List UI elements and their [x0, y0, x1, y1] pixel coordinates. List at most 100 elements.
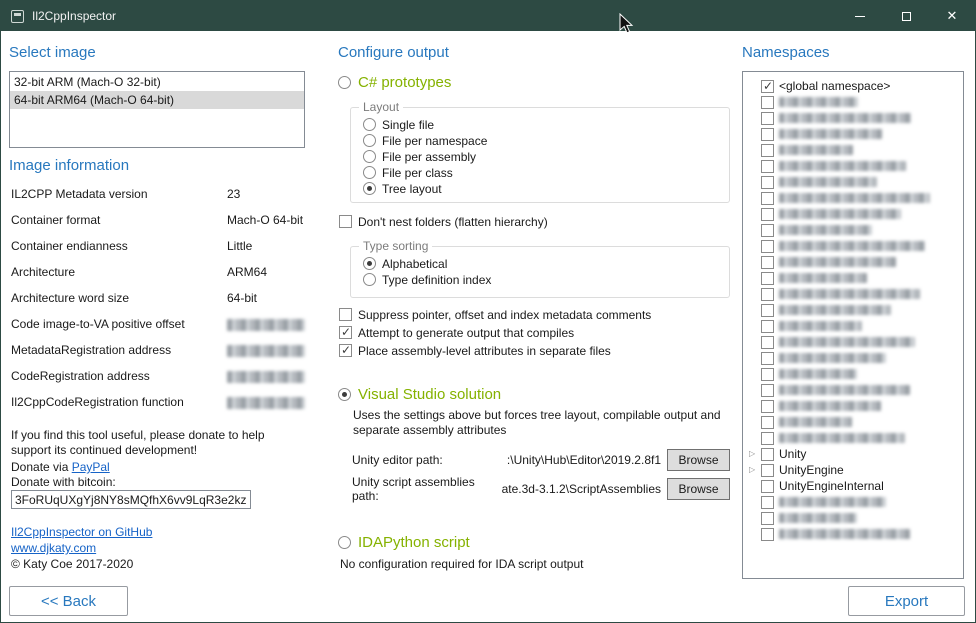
- namespace-item[interactable]: [749, 318, 959, 334]
- flatten-checkbox-row[interactable]: Don't nest folders (flatten hierarchy): [339, 214, 548, 229]
- namespace-item[interactable]: [749, 238, 959, 254]
- namespace-item[interactable]: [749, 206, 959, 222]
- redacted-label: [779, 177, 877, 187]
- website-link[interactable]: www.djkaty.com: [11, 541, 96, 555]
- radio-option-row[interactable]: File per class: [363, 165, 729, 180]
- checkbox-icon[interactable]: [761, 368, 774, 381]
- browse-script-button[interactable]: Browse: [667, 478, 730, 500]
- unity-script-path-value[interactable]: ate.3d-3.1.2\ScriptAssemblies: [502, 482, 661, 496]
- radio-option-row[interactable]: Type definition index: [363, 272, 729, 287]
- checkbox-icon[interactable]: [761, 464, 774, 477]
- checkbox-icon[interactable]: [761, 400, 774, 413]
- namespace-item[interactable]: [749, 382, 959, 398]
- bitcoin-address-input[interactable]: [11, 490, 251, 509]
- namespace-item[interactable]: [749, 398, 959, 414]
- checkbox-icon[interactable]: [761, 208, 774, 221]
- radio-option-label: Alphabetical: [382, 257, 447, 271]
- namespace-item[interactable]: [749, 174, 959, 190]
- checkbox-icon[interactable]: [761, 96, 774, 109]
- namespace-item[interactable]: [749, 222, 959, 238]
- image-list-item[interactable]: 32-bit ARM (Mach-O 32-bit): [10, 73, 304, 91]
- checkbox-icon[interactable]: [761, 176, 774, 189]
- namespace-item[interactable]: [749, 126, 959, 142]
- checkbox-icon[interactable]: [761, 496, 774, 509]
- paypal-link[interactable]: PayPal: [72, 460, 110, 474]
- checkbox-option-label: Suppress pointer, offset and index metad…: [358, 308, 651, 322]
- maximize-button[interactable]: [883, 1, 929, 31]
- namespace-item[interactable]: ▷UnityEngine: [749, 462, 959, 478]
- expander-icon[interactable]: ▷: [749, 462, 761, 478]
- checkbox-icon[interactable]: [761, 192, 774, 205]
- namespace-item[interactable]: [749, 334, 959, 350]
- namespace-item[interactable]: [749, 270, 959, 286]
- minimize-button[interactable]: [837, 1, 883, 31]
- checkbox-icon[interactable]: [761, 336, 774, 349]
- checkbox-icon[interactable]: [761, 112, 774, 125]
- checkbox-icon[interactable]: [761, 512, 774, 525]
- github-link[interactable]: Il2CppInspector on GitHub: [11, 525, 152, 539]
- namespace-item[interactable]: [749, 286, 959, 302]
- csharp-prototypes-radio[interactable]: C# prototypes: [338, 74, 451, 91]
- expander-icon[interactable]: ▷: [749, 446, 761, 462]
- idapython-label: IDAPython script: [358, 534, 470, 551]
- checkbox-option-row[interactable]: Suppress pointer, offset and index metad…: [339, 307, 651, 322]
- close-button[interactable]: ✕: [929, 1, 975, 31]
- checkbox-option-row[interactable]: Place assembly-level attributes in separ…: [339, 343, 651, 358]
- radio-option-row[interactable]: File per namespace: [363, 133, 729, 148]
- namespace-item[interactable]: [749, 142, 959, 158]
- checkbox-icon[interactable]: [761, 304, 774, 317]
- radio-option-row[interactable]: File per assembly: [363, 149, 729, 164]
- checkbox-icon[interactable]: [761, 384, 774, 397]
- namespace-item[interactable]: [749, 366, 959, 382]
- checkbox-icon[interactable]: [761, 272, 774, 285]
- namespace-item[interactable]: UnityEngineInternal: [749, 478, 959, 494]
- namespace-item[interactable]: [749, 158, 959, 174]
- checkbox-icon[interactable]: [761, 480, 774, 493]
- info-label: IL2CPP Metadata version: [11, 187, 227, 201]
- info-label: MetadataRegistration address: [11, 343, 227, 357]
- checkbox-icon[interactable]: [761, 352, 774, 365]
- namespace-item[interactable]: [749, 510, 959, 526]
- checkbox-icon[interactable]: [761, 240, 774, 253]
- namespace-item[interactable]: [749, 190, 959, 206]
- checkbox-option-row[interactable]: Attempt to generate output that compiles: [339, 325, 651, 340]
- radio-option-row[interactable]: Tree layout: [363, 181, 729, 196]
- namespace-item[interactable]: [749, 526, 959, 542]
- checkbox-icon[interactable]: [761, 416, 774, 429]
- image-list-item[interactable]: 64-bit ARM64 (Mach-O 64-bit): [10, 91, 304, 109]
- layout-group-caption: Layout: [359, 100, 403, 114]
- namespace-item[interactable]: [749, 110, 959, 126]
- namespace-item[interactable]: ▷Unity: [749, 446, 959, 462]
- checkbox-icon[interactable]: [761, 224, 774, 237]
- checkbox-icon[interactable]: [761, 288, 774, 301]
- checkbox-icon[interactable]: [761, 448, 774, 461]
- checkbox-icon[interactable]: [761, 432, 774, 445]
- image-info-title: Image information: [9, 157, 129, 174]
- checkbox-icon[interactable]: [761, 144, 774, 157]
- namespace-item[interactable]: [749, 94, 959, 110]
- radio-option-row[interactable]: Single file: [363, 117, 729, 132]
- export-button[interactable]: Export: [848, 586, 965, 616]
- radio-option-label: Single file: [382, 118, 434, 132]
- checkbox-icon[interactable]: [761, 256, 774, 269]
- namespace-item[interactable]: [749, 414, 959, 430]
- namespace-item[interactable]: <global namespace>: [749, 78, 959, 94]
- checkbox-icon[interactable]: [761, 160, 774, 173]
- browse-editor-button[interactable]: Browse: [667, 449, 730, 471]
- checkbox-icon[interactable]: [761, 528, 774, 541]
- redacted-value: [227, 371, 305, 383]
- image-listbox[interactable]: 32-bit ARM (Mach-O 32-bit)64-bit ARM64 (…: [9, 71, 305, 148]
- visual-studio-radio[interactable]: Visual Studio solution: [338, 386, 501, 403]
- idapython-radio[interactable]: IDAPython script: [338, 534, 470, 551]
- checkbox-icon[interactable]: [761, 80, 774, 93]
- checkbox-icon[interactable]: [761, 320, 774, 333]
- namespace-item[interactable]: [749, 302, 959, 318]
- namespace-item[interactable]: [749, 430, 959, 446]
- radio-option-row[interactable]: Alphabetical: [363, 256, 729, 271]
- namespace-item[interactable]: [749, 254, 959, 270]
- back-button[interactable]: << Back: [9, 586, 128, 616]
- unity-editor-path-value[interactable]: :\Unity\Hub\Editor\2019.2.8f1: [507, 453, 661, 467]
- namespace-item[interactable]: [749, 350, 959, 366]
- checkbox-icon[interactable]: [761, 128, 774, 141]
- namespace-item[interactable]: [749, 494, 959, 510]
